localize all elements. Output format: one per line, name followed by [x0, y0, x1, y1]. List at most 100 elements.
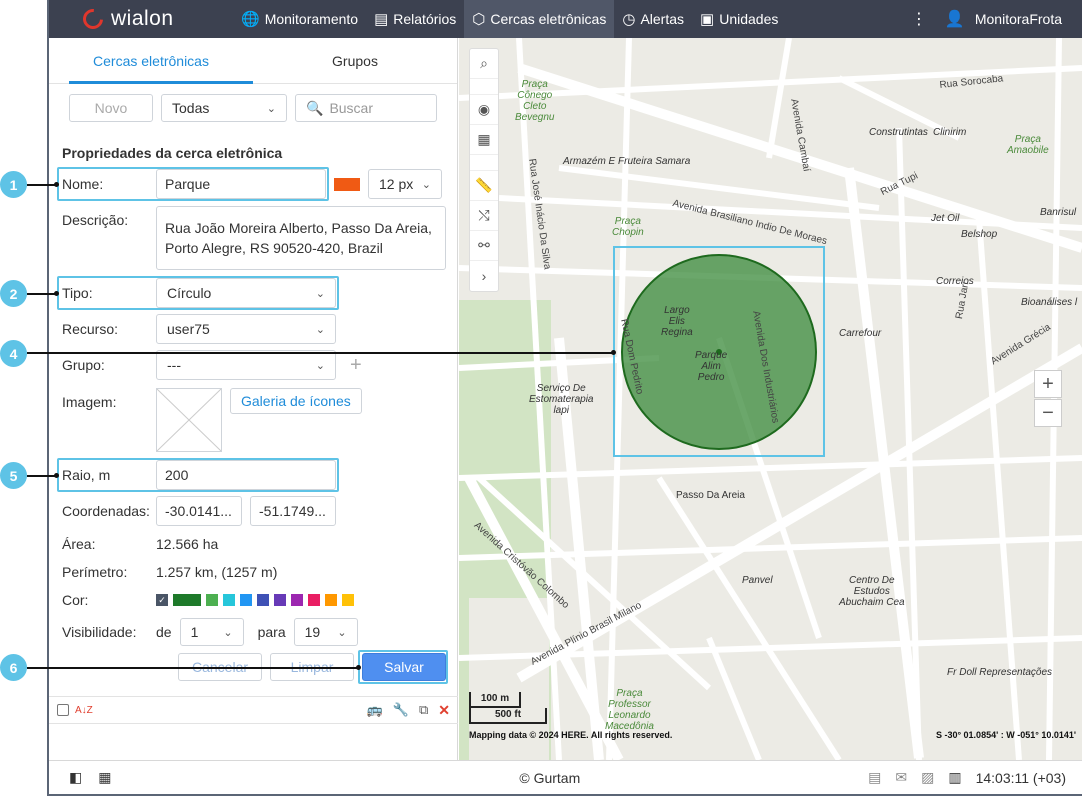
- visibility-label: Visibilidade:: [62, 624, 137, 640]
- nav-geofences[interactable]: ⬡ Cercas eletrônicas: [464, 0, 615, 38]
- zoom-out-button[interactable]: −: [1034, 399, 1062, 427]
- description-textarea[interactable]: Rua João Moreira Alberto, Passo Da Areia…: [156, 206, 446, 270]
- user-name[interactable]: MonitoraFrota: [975, 11, 1062, 27]
- map-tools-divider: [470, 155, 498, 171]
- group-select[interactable]: --- ⌄: [156, 350, 336, 380]
- more-menu-icon[interactable]: ⋮: [911, 9, 927, 29]
- nav-monitoring[interactable]: 🌐 Monitoramento: [233, 0, 366, 38]
- color-option[interactable]: [308, 594, 320, 606]
- panel-toggle-icon[interactable]: ◧: [69, 769, 82, 786]
- chevron-down-icon: ⌄: [315, 323, 325, 336]
- color-option[interactable]: [240, 594, 252, 606]
- map-label-bioanalises: Bioanálises l: [1021, 297, 1078, 308]
- chevron-down-icon: ⌄: [337, 626, 347, 639]
- zoom-in-button[interactable]: +: [1034, 370, 1062, 398]
- filter-value: Todas: [172, 100, 210, 116]
- color-option[interactable]: [342, 594, 354, 606]
- color-checkbox[interactable]: ✓: [156, 594, 168, 606]
- callout-5-line: [27, 475, 57, 477]
- color-selected[interactable]: [173, 594, 201, 606]
- map-view[interactable]: Largo Elis Regina Parque Alim Pedro Pass…: [459, 38, 1082, 760]
- nodes-icon[interactable]: ⚯: [470, 231, 498, 261]
- copyright: © Gurtam: [519, 769, 581, 786]
- eye-icon[interactable]: ◉: [470, 95, 498, 125]
- sort-az-icon[interactable]: A↓Z: [75, 705, 93, 716]
- tab-geofences[interactable]: Cercas eletrônicas: [49, 38, 253, 84]
- resource-select[interactable]: user75 ⌄: [156, 314, 336, 344]
- color-option[interactable]: [206, 594, 218, 606]
- type-select[interactable]: Círculo ⌄: [156, 278, 336, 308]
- user-icon[interactable]: 👤: [945, 9, 965, 29]
- callout-4: 4: [0, 340, 27, 367]
- nav-reports[interactable]: ▤ Relatórios: [366, 0, 464, 38]
- map-search-icon[interactable]: ⌕: [470, 49, 498, 79]
- chevron-right-icon[interactable]: ›: [470, 261, 498, 291]
- name-input[interactable]: Parque: [156, 169, 326, 199]
- description-line-1: Rua João Moreira Alberto, Passo Da Areia…: [165, 220, 432, 236]
- list-toolbar: A↓Z 🚌 🔧 ⧉ ✕: [49, 696, 458, 724]
- nav-units[interactable]: ▣ Unidades: [692, 0, 786, 38]
- line-width-select[interactable]: 12 px ⌄: [368, 169, 442, 199]
- tab-groups[interactable]: Grupos: [253, 38, 457, 83]
- clock-time: 14:03:11 (+03): [975, 769, 1066, 786]
- image-label: Imagem:: [62, 394, 117, 410]
- map-label-parque: Parque Alim Pedro: [695, 350, 728, 383]
- map-label-praca-conego: Praça Cônego Cleto Bevegnu: [515, 79, 555, 123]
- new-button[interactable]: Novo: [69, 94, 153, 122]
- save-button[interactable]: Salvar: [362, 653, 446, 681]
- layout-icon[interactable]: ▥: [948, 769, 961, 786]
- map-label-panvel: Panvel: [742, 575, 773, 586]
- messages-icon[interactable]: ▤: [868, 769, 881, 786]
- scale-meters: 100 m: [469, 692, 521, 708]
- image-placeholder[interactable]: [156, 388, 222, 452]
- globe-icon: 🌐: [241, 11, 260, 28]
- copy-icon[interactable]: ⧉: [419, 702, 428, 718]
- color-option[interactable]: [223, 594, 235, 606]
- icon-gallery-button[interactable]: Galeria de ícones: [230, 388, 362, 414]
- type-value: Círculo: [167, 285, 212, 301]
- color-option[interactable]: [274, 594, 286, 606]
- chevron-down-icon: ⌄: [266, 102, 276, 115]
- logo[interactable]: wialon: [78, 4, 233, 34]
- visibility-from-value: 1: [190, 624, 199, 640]
- apps-grid-icon[interactable]: ▦: [98, 769, 111, 786]
- map-label-banrisul: Banrisul: [1040, 207, 1077, 218]
- radius-input[interactable]: 200: [156, 460, 336, 490]
- chart-icon: ▤: [374, 11, 389, 28]
- line-width-value: 12 px: [379, 176, 414, 192]
- image-icon[interactable]: ▨: [921, 769, 934, 786]
- map-label-praca-amaobile: Praça Amaobile: [1007, 134, 1049, 156]
- nav-alerts[interactable]: ◷ Alertas: [614, 0, 692, 38]
- nav-geofences-label: Cercas eletrônicas: [490, 11, 607, 27]
- color-option[interactable]: [325, 594, 337, 606]
- line-color-swatch[interactable]: [334, 177, 360, 191]
- map-layers-icon[interactable]: ▦: [470, 125, 498, 155]
- section-title: Propriedades da cerca eletrônica: [62, 145, 283, 161]
- search-input[interactable]: 🔍 Buscar: [295, 94, 437, 122]
- longitude-input[interactable]: -51.1749...: [250, 496, 336, 526]
- ruler-icon[interactable]: 📏: [470, 171, 498, 201]
- visibility-to-select[interactable]: 19 ⌄: [293, 618, 358, 646]
- app-window: wialon 🌐 Monitoramento ▤ Relatórios ⬡ Ce…: [47, 0, 1082, 796]
- map-label-passo: Passo Da Areia: [676, 490, 745, 501]
- latitude-input[interactable]: -30.0141...: [156, 496, 242, 526]
- add-group-icon[interactable]: +: [350, 354, 362, 377]
- panel-toolbar: Novo Todas ⌄ 🔍 Buscar: [69, 94, 437, 122]
- nav-alerts-label: Alertas: [640, 11, 685, 27]
- filter-select[interactable]: Todas ⌄: [161, 94, 287, 122]
- color-option[interactable]: [257, 594, 269, 606]
- color-option[interactable]: [291, 594, 303, 606]
- group-label: Grupo:: [62, 357, 105, 373]
- search-icon: 🔍: [306, 99, 324, 116]
- visibility-to-label: para: [257, 624, 286, 640]
- select-all-checkbox[interactable]: [57, 704, 69, 716]
- callout-4-dot: [611, 350, 616, 355]
- coords-row: Coordenadas: -30.0141... -51.1749...: [62, 496, 336, 526]
- units-icon[interactable]: 🚌: [367, 702, 383, 718]
- route-icon[interactable]: ⤭: [470, 201, 498, 231]
- callout-6-dot: [356, 665, 361, 670]
- wrench-icon[interactable]: 🔧: [393, 702, 409, 718]
- mail-icon[interactable]: ✉: [895, 769, 907, 786]
- delete-icon[interactable]: ✕: [438, 702, 450, 719]
- visibility-from-select[interactable]: 1 ⌄: [179, 618, 244, 646]
